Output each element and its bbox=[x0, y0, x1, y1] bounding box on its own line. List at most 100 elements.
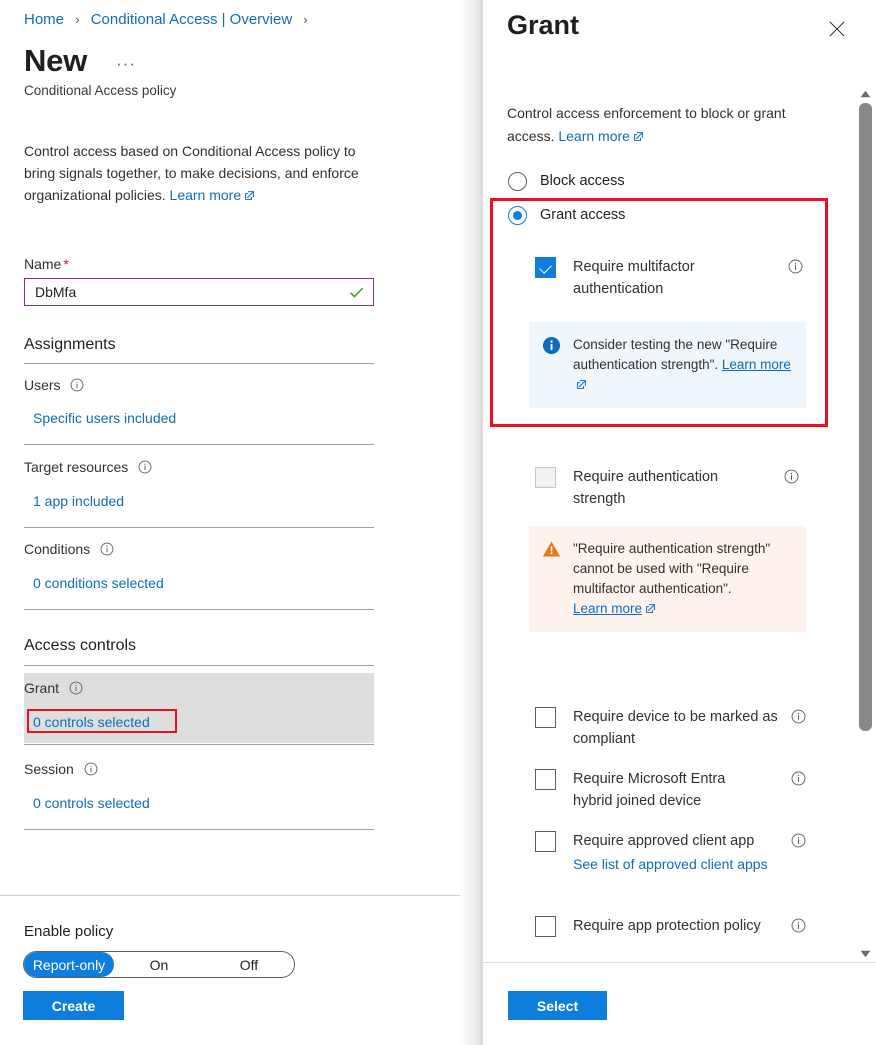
create-button[interactable]: Create bbox=[23, 991, 124, 1020]
approved-client-apps-link[interactable]: See list of approved client apps bbox=[573, 853, 833, 875]
grant-blade: Grant Control access enforcement to bloc… bbox=[483, 0, 876, 1045]
radio-grant-access[interactable]: Grant access bbox=[508, 205, 625, 226]
checkbox-require-app-protection-policy[interactable] bbox=[535, 916, 556, 937]
checkbox-label-require-approved-client-app: Require approved client app See list of … bbox=[573, 830, 768, 875]
checkbox-label-require-auth-strength: Require authentication strength bbox=[573, 466, 773, 510]
row-value-users[interactable]: Specific users included bbox=[33, 410, 176, 426]
info-icon[interactable] bbox=[791, 709, 806, 724]
row-value-target-resources[interactable]: 1 app included bbox=[33, 493, 124, 509]
toggle-option-off[interactable]: Off bbox=[204, 952, 294, 977]
divider bbox=[24, 527, 374, 528]
checkbox-label-require-mfa: Require multifactor authentication bbox=[573, 256, 773, 300]
row-title-target-resources: Target resources bbox=[24, 459, 152, 475]
external-link-icon bbox=[576, 376, 587, 387]
toggle-option-report-only[interactable]: Report-only bbox=[24, 952, 114, 977]
info-icon[interactable] bbox=[84, 762, 98, 776]
grant-link-annotation-box bbox=[27, 709, 177, 733]
checkbox-require-auth-strength[interactable] bbox=[535, 467, 556, 488]
radio-indicator-block-access[interactable] bbox=[508, 172, 527, 191]
overflow-menu-button[interactable]: ··· bbox=[112, 52, 140, 76]
page-title: New bbox=[24, 42, 87, 80]
warning-message-learn-more-link[interactable]: Learn more bbox=[573, 601, 642, 616]
info-message-learn-more-link[interactable]: Learn more bbox=[722, 357, 791, 372]
blade-scroll-area: Control access enforcement to block or g… bbox=[483, 85, 876, 962]
policy-intro-learn-more-link[interactable]: Learn more bbox=[170, 187, 256, 203]
select-button[interactable]: Select bbox=[508, 991, 607, 1020]
row-title-grant: Grant bbox=[24, 680, 83, 696]
panel-edge-shadow bbox=[460, 0, 483, 1045]
checkbox-label-require-compliant-device: Require device to be marked as compliant bbox=[573, 706, 788, 750]
row-title-session: Session bbox=[24, 761, 98, 777]
toggle-option-on[interactable]: On bbox=[114, 952, 204, 977]
divider bbox=[24, 665, 374, 666]
divider bbox=[24, 609, 374, 610]
checkbox-row-require-app-protection-policy[interactable]: Require app protection policy bbox=[535, 915, 845, 937]
breadcrumb-item-conditional-access-overview[interactable]: Conditional Access | Overview bbox=[91, 11, 292, 28]
row-value-conditions[interactable]: 0 conditions selected bbox=[33, 575, 164, 591]
access-controls-heading: Access controls bbox=[24, 637, 136, 655]
info-icon[interactable] bbox=[138, 460, 152, 474]
name-field-label: Name* bbox=[24, 256, 69, 272]
page-subtitle: Conditional Access policy bbox=[24, 83, 176, 98]
divider bbox=[24, 744, 374, 745]
breadcrumb-item-home[interactable]: Home bbox=[24, 11, 64, 28]
scrollbar-up-arrow-icon[interactable] bbox=[855, 85, 876, 102]
breadcrumb-separator-icon-2: › bbox=[303, 12, 307, 27]
row-title-users: Users bbox=[24, 377, 84, 393]
info-icon[interactable] bbox=[791, 918, 806, 933]
blade-scrollbar[interactable] bbox=[855, 85, 876, 962]
checkbox-require-approved-client-app[interactable] bbox=[535, 831, 556, 852]
checkbox-require-mfa[interactable] bbox=[535, 257, 556, 278]
radio-label-block-access: Block access bbox=[540, 171, 625, 192]
info-icon[interactable] bbox=[791, 771, 806, 786]
warning-message-box: "Require authentication strength" cannot… bbox=[529, 526, 806, 632]
name-field-wrapper bbox=[24, 278, 374, 306]
checkbox-row-require-auth-strength[interactable]: Require authentication strength bbox=[535, 466, 825, 510]
info-icon[interactable] bbox=[70, 378, 84, 392]
info-icon[interactable] bbox=[69, 681, 83, 695]
assignments-heading: Assignments bbox=[24, 336, 116, 354]
checkbox-require-compliant-device[interactable] bbox=[535, 707, 556, 728]
enable-policy-label: Enable policy bbox=[24, 923, 113, 940]
divider bbox=[24, 829, 374, 830]
checkbox-require-hybrid-joined-device[interactable] bbox=[535, 769, 556, 790]
checkbox-row-require-mfa[interactable]: Require multifactor authentication bbox=[535, 256, 825, 300]
radio-label-grant-access: Grant access bbox=[540, 205, 625, 226]
close-icon[interactable] bbox=[824, 16, 850, 42]
checkbox-row-require-approved-client-app[interactable]: Require approved client app See list of … bbox=[535, 830, 845, 875]
info-icon[interactable] bbox=[100, 542, 114, 556]
external-link-icon bbox=[645, 600, 656, 611]
info-icon[interactable] bbox=[788, 259, 803, 274]
blade-description-learn-more-link[interactable]: Learn more bbox=[558, 128, 644, 144]
blade-title: Grant bbox=[507, 10, 579, 41]
info-icon[interactable] bbox=[784, 469, 799, 484]
blade-description: Control access enforcement to block or g… bbox=[507, 102, 827, 148]
conditional-access-new-policy-panel: Home › Conditional Access | Overview › N… bbox=[0, 0, 460, 1045]
warning-icon bbox=[542, 540, 561, 559]
footer-divider bbox=[0, 895, 460, 896]
info-message-text: Consider testing the new "Require authen… bbox=[573, 335, 794, 395]
enable-policy-toggle[interactable]: Report-only On Off bbox=[23, 951, 295, 978]
checkbox-label-require-hybrid-joined-device: Require Microsoft Entra hybrid joined de… bbox=[573, 768, 768, 812]
checkbox-row-require-hybrid-joined-device[interactable]: Require Microsoft Entra hybrid joined de… bbox=[535, 768, 835, 812]
info-message-box: Consider testing the new "Require authen… bbox=[529, 322, 806, 408]
radio-block-access[interactable]: Block access bbox=[508, 171, 625, 192]
scrollbar-thumb[interactable] bbox=[859, 103, 872, 731]
row-title-conditions: Conditions bbox=[24, 541, 114, 557]
divider bbox=[24, 444, 374, 445]
checkbox-row-require-compliant-device[interactable]: Require device to be marked as compliant bbox=[535, 706, 835, 750]
info-icon[interactable] bbox=[791, 833, 806, 848]
policy-intro-text: Control access based on Conditional Acce… bbox=[24, 140, 384, 206]
warning-message-text: "Require authentication strength" cannot… bbox=[573, 539, 794, 619]
radio-indicator-grant-access[interactable] bbox=[508, 206, 527, 225]
blade-footer-divider bbox=[483, 962, 876, 963]
row-value-session[interactable]: 0 controls selected bbox=[33, 795, 150, 811]
scrollbar-down-arrow-icon[interactable] bbox=[855, 945, 876, 962]
valid-check-icon bbox=[348, 284, 365, 301]
breadcrumb: Home › Conditional Access | Overview › bbox=[24, 10, 315, 30]
external-link-icon bbox=[633, 126, 644, 137]
checkbox-label-require-app-protection-policy: Require app protection policy bbox=[573, 915, 768, 937]
name-input[interactable] bbox=[25, 279, 373, 305]
required-asterisk: * bbox=[63, 256, 68, 272]
blade-description-text: Control access enforcement to block or g… bbox=[507, 105, 786, 144]
